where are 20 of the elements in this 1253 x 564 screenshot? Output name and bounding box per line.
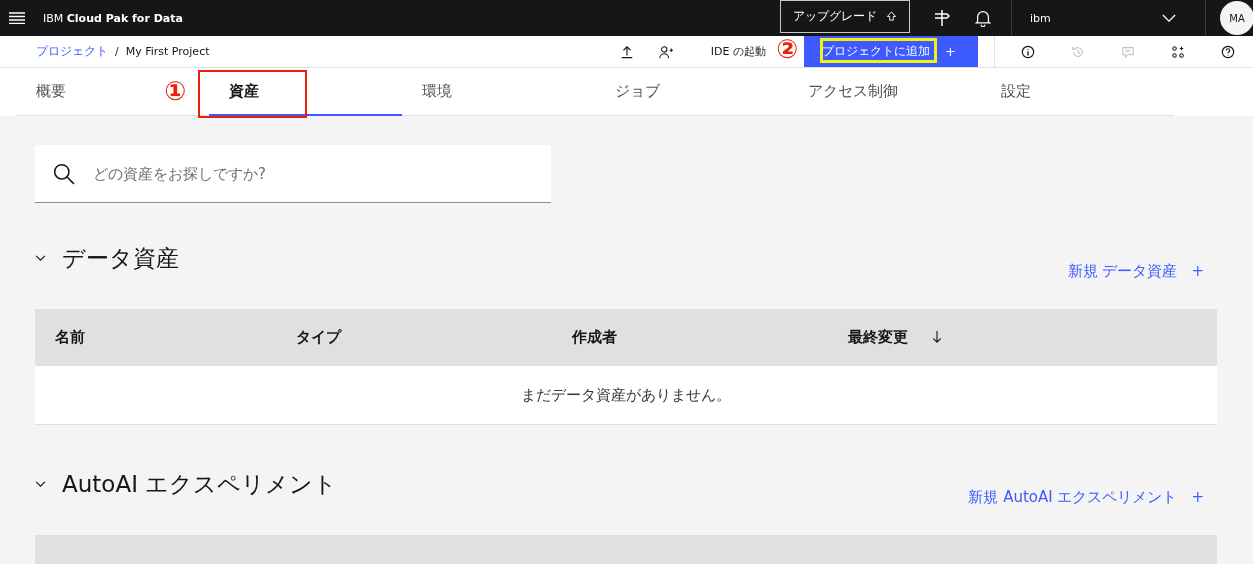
breadcrumb-link[interactable]: プロジェクト [36, 43, 108, 60]
step-number: ① [164, 78, 186, 104]
column-header[interactable]: 作成者 [572, 328, 848, 347]
section-title: データ資産 [62, 244, 179, 273]
column-header[interactable]: 最終変更 [848, 328, 1124, 347]
column-header[interactable]: 名前 [55, 328, 296, 347]
new-asset-link[interactable]: 新規 AutoAI エクスペリメント + [968, 488, 1204, 507]
launch-ide-button[interactable]: IDE の起動 [710, 44, 766, 59]
empty-table-message: まだデータ資産がありません。 [35, 366, 1217, 425]
product-name[interactable]: IBM Cloud Pak for Data [43, 11, 183, 25]
search-field[interactable]: どの資産をお探しですか? [35, 145, 551, 203]
upgrade-button[interactable]: アップグレード [780, 0, 910, 33]
user-avatar[interactable]: MA [1220, 1, 1253, 35]
breadcrumb-current: My First Project [125, 45, 210, 58]
account-name[interactable]: ibm [1030, 11, 1162, 25]
breadcrumb-separator: / [115, 45, 119, 58]
step-number: ② [776, 36, 798, 62]
new-asset-link[interactable]: 新規 データ資産 + [1067, 262, 1204, 281]
column-header[interactable]: タイプ [296, 328, 572, 347]
section-title: AutoAI エクスペリメント [62, 470, 338, 499]
